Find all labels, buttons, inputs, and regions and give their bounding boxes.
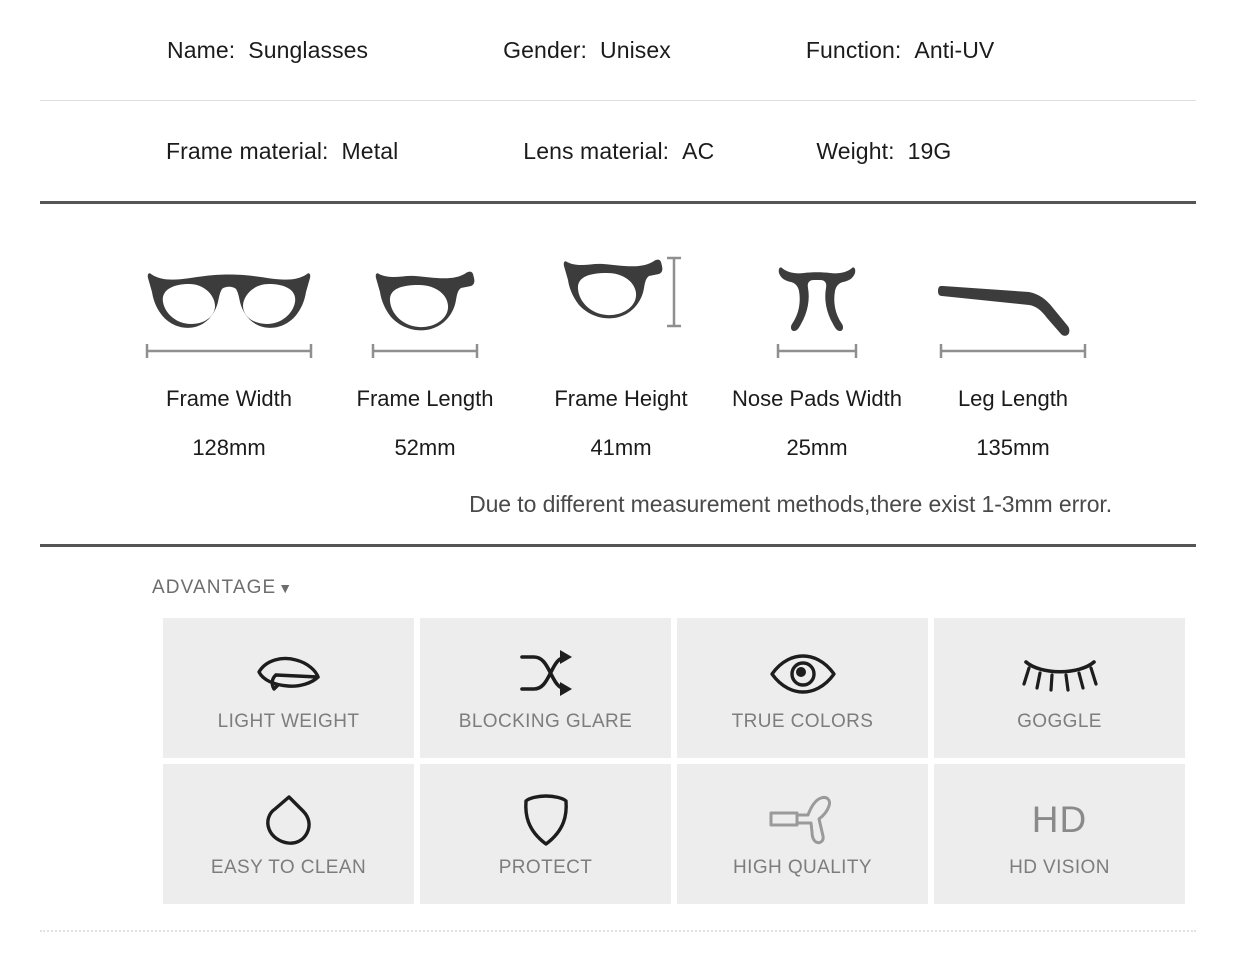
spec-frame-material-value: Metal [341,137,399,164]
spec-function: Function: Anti-UV [806,37,994,64]
bottom-spacer [0,904,1242,930]
shuffle-arrows-icon [516,643,576,705]
measurement-value: 25mm [786,435,848,460]
spec-weight-label: Weight: [816,137,895,164]
advantage-tile-label: TRUE COLORS [731,711,874,732]
hd-text-icon: HD [1032,789,1087,851]
shield-icon [521,789,571,851]
advantage-section: ADVANTAGE ▼ LIGHT WEIGHT BLOCKING GLARE … [0,547,1242,904]
advantage-tile-light-weight[interactable]: LIGHT WEIGHT [163,618,414,758]
measurement-value: 41mm [590,435,652,460]
eye-closed-lashes-icon [1021,643,1099,705]
advantage-tile-label: BLOCKING GLARE [458,711,633,732]
advantage-tile-easy-to-clean[interactable]: EASY TO CLEAN [163,764,414,904]
spec-function-value: Anti-UV [914,36,995,63]
spec-gender-label: Gender: [503,36,587,63]
measurement-value: 52mm [394,435,456,460]
spec-name-value: Sunglasses [248,36,369,63]
hammer-icon [767,789,839,851]
hd-glyph: HD [1031,799,1088,840]
advantage-tile-hd-vision[interactable]: HD HD VISION [934,764,1185,904]
measurement-frame-height: Frame Height 41mm [523,240,719,461]
spec-lens-material-value: AC [682,137,715,164]
divider-dotted-bottom [40,930,1196,932]
advantage-tile-label: PROTECT [498,857,593,878]
horizontal-ruler-frame-length [369,338,481,364]
spec-frame-material: Frame material: Metal [166,138,398,165]
measurement-label: Nose Pads Width [732,386,902,411]
advantage-tile-label: EASY TO CLEAN [210,857,367,878]
spec-gender-value: Unisex [599,36,671,63]
spec-function-label: Function: [805,36,902,63]
measurement-value: 128mm [192,435,266,460]
measurement-frame-length: Frame Length 52mm [327,240,523,461]
horizontal-ruler-frame-width [143,338,315,364]
eye-open-icon [768,643,838,705]
spec-name-label: Name: [167,36,236,63]
measurement-nose-pads-width: Nose Pads Width 25mm [719,240,915,461]
measurement-section: Frame Width 128mm Frame Length 52mm Fram… [0,204,1242,518]
measurement-row: Frame Width 128mm Frame Length 52mm Fram… [0,240,1242,461]
chevron-down-icon: ▼ [278,580,294,596]
spec-gender: Gender: Unisex [503,37,671,64]
measurement-label: Frame Width [166,386,292,411]
measurement-leg-length: Leg Length 135mm [915,240,1111,461]
temple-arm-icon [937,240,1089,338]
measurement-label: Frame Length [356,386,494,411]
measurement-value: 135mm [976,435,1050,460]
horizontal-ruler-nose-pads [774,338,860,364]
water-droplet-icon [262,789,316,851]
spec-weight-value: 19G [907,137,952,164]
advantage-tile-goggle[interactable]: GOGGLE [934,618,1185,758]
spec-weight: Weight: 19G [816,138,951,165]
spec-row-primary: Name: Sunglasses Gender: Unisex Function… [0,0,1242,100]
advantage-tile-label: HIGH QUALITY [733,857,872,878]
spec-lens-material: Lens material: AC [523,138,714,165]
advantage-tile-label: LIGHT WEIGHT [217,711,360,732]
measurement-disclaimer: Due to different measurement methods,the… [469,491,1112,517]
single-lens-icon [369,240,481,338]
leaf-icon [252,643,326,705]
spec-name: Name: Sunglasses [167,37,368,64]
spec-frame-material-label: Frame material: [166,137,329,164]
spec-lens-material-label: Lens material: [523,137,670,164]
measurement-frame-width: Frame Width 128mm [131,240,327,461]
nose-pads-icon [776,240,858,338]
measurement-label: Leg Length [957,386,1069,411]
advantage-heading-text: ADVANTAGE [152,577,277,598]
advantage-tile-true-colors[interactable]: TRUE COLORS [677,618,928,758]
measurement-label: Frame Height [554,386,688,411]
advantage-tile-label: HD VISION [1009,857,1110,878]
spec-row-secondary: Frame material: Metal Lens material: AC … [0,101,1242,201]
glasses-front-icon [143,240,315,338]
advantage-tile-blocking-glare[interactable]: BLOCKING GLARE [420,618,671,758]
advantage-heading: ADVANTAGE ▼ [0,577,1242,599]
horizontal-ruler-leg-length [937,338,1089,364]
advantage-tile-high-quality[interactable]: HIGH QUALITY [677,764,928,904]
advantage-tile-label: GOGGLE [1017,711,1102,732]
advantage-tile-protect[interactable]: PROTECT [420,764,671,904]
lens-height-icon [557,240,685,338]
advantage-tile-grid: LIGHT WEIGHT BLOCKING GLARE TRUE COLORS … [163,618,1242,904]
